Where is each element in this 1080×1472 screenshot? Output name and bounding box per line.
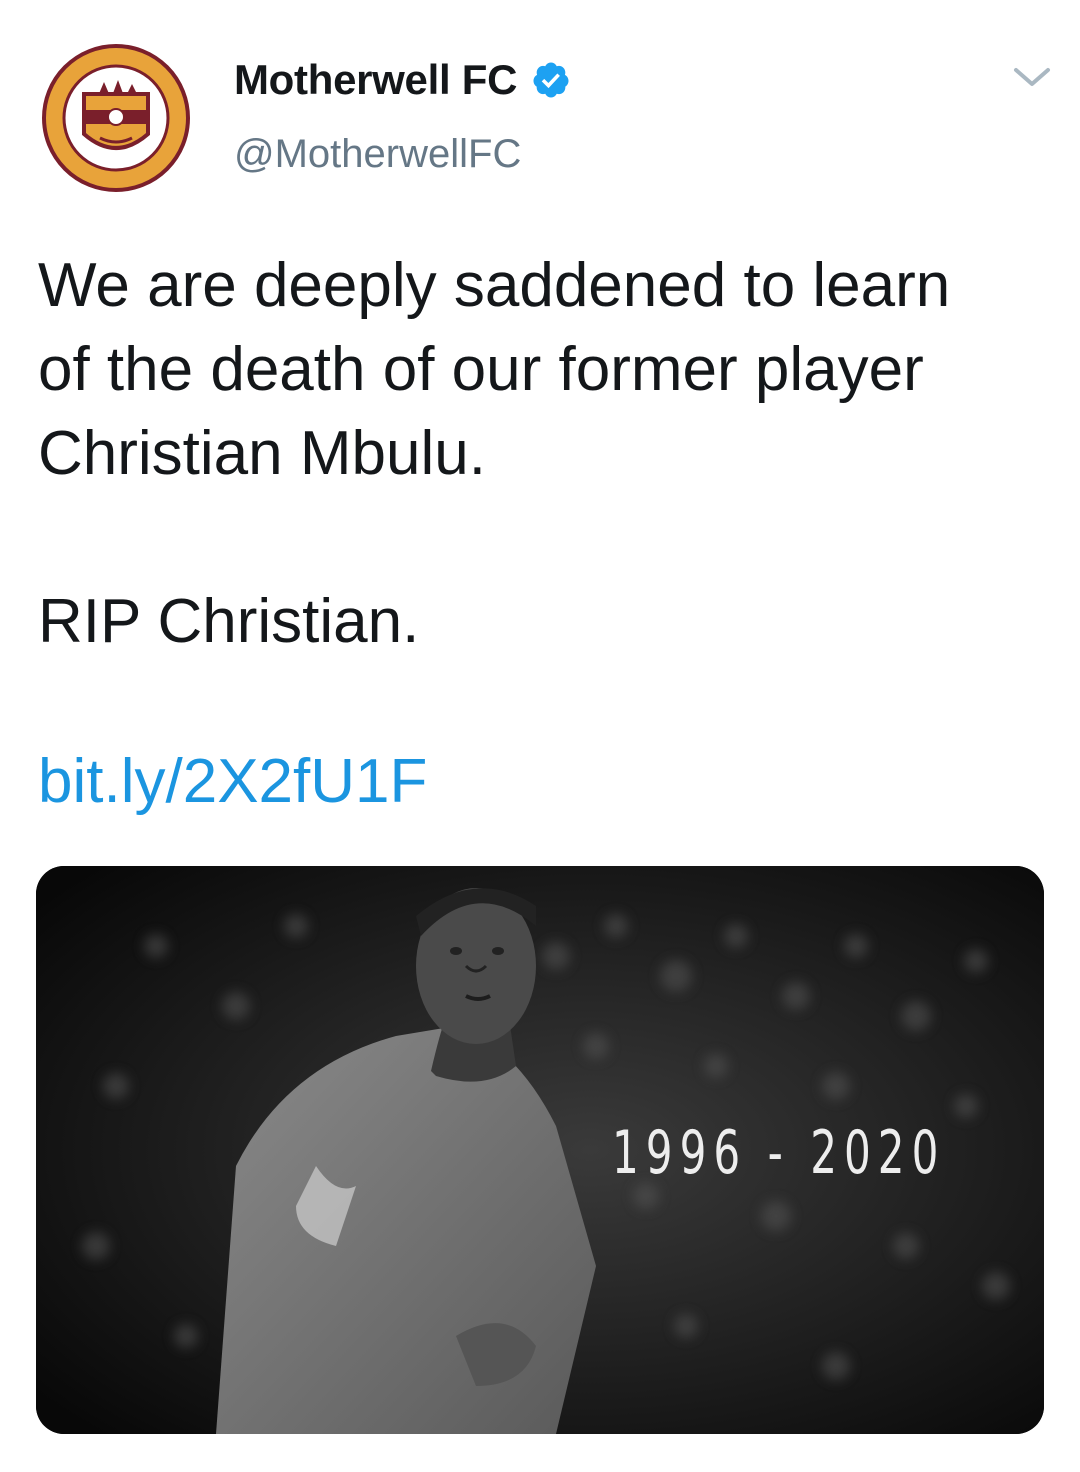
tweet-link[interactable]: bit.ly/2X2fU1F — [38, 740, 427, 824]
avatar[interactable] — [38, 38, 194, 194]
club-crest-icon — [40, 40, 192, 192]
media-caption: 1996 - 2020 — [612, 1118, 946, 1188]
author-name-row[interactable]: Motherwell FC — [234, 56, 571, 104]
tweet-text: We are deeply saddened to learn of the d… — [38, 251, 951, 656]
author-name[interactable]: Motherwell FC — [234, 56, 517, 104]
verified-badge-icon — [533, 62, 569, 98]
author-handle[interactable]: @MotherwellFC — [234, 132, 521, 177]
tweet-media-image[interactable]: 1996 - 2020 — [36, 866, 1044, 1434]
chevron-down-icon[interactable] — [1010, 62, 1054, 92]
tweet[interactable]: Motherwell FC @MotherwellFC We are deepl… — [0, 0, 1080, 1472]
